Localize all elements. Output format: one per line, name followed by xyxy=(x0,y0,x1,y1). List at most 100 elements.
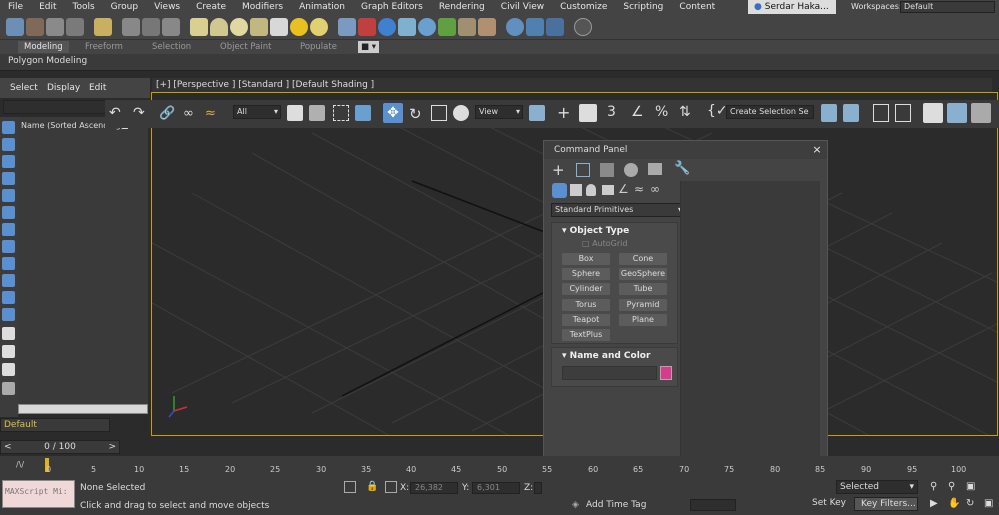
menu-modifiers[interactable]: Modifiers xyxy=(234,0,291,14)
material-editor-icon[interactable] xyxy=(46,17,64,36)
orbit-icon[interactable]: ↻ xyxy=(966,498,974,509)
tab-create-icon[interactable]: + xyxy=(552,161,565,179)
spinner-snap-icon[interactable]: ⇅ xyxy=(679,104,691,120)
layer-dropdown[interactable]: Default xyxy=(0,418,110,432)
invert-display-icon[interactable] xyxy=(2,363,15,376)
tab-populate[interactable]: Populate xyxy=(300,41,337,53)
timeline[interactable]: /\/ 0 5 10 15 20 25 30 35 40 45 50 55 60… xyxy=(0,456,999,476)
angle-snap-icon[interactable]: ∠ xyxy=(631,104,644,120)
maximize-viewport-icon[interactable]: ▣ xyxy=(984,498,993,509)
dome-icon[interactable] xyxy=(210,17,228,36)
mirror-icon[interactable] xyxy=(821,104,837,122)
helpers-icon[interactable]: ∠ xyxy=(618,182,629,196)
transform-mode-icon[interactable] xyxy=(385,481,397,493)
unlink-selection-icon[interactable]: ∞ xyxy=(183,106,194,121)
selection-filter-dropdown[interactable]: All ▾ xyxy=(233,105,281,119)
menu-create[interactable]: Create xyxy=(188,0,234,14)
geosphere-button[interactable]: GeoSphere xyxy=(619,268,667,280)
zoom-all-icon[interactable]: ⚲ xyxy=(948,481,955,492)
help-icon[interactable] xyxy=(574,17,592,36)
hair-icon[interactable] xyxy=(458,17,476,36)
menu-scripting[interactable]: Scripting xyxy=(615,0,671,14)
group-filter-icon[interactable] xyxy=(2,223,15,236)
tab-motion-icon[interactable] xyxy=(624,163,638,177)
command-panel-title[interactable]: Command Panel xyxy=(544,141,827,159)
z-coordinate-field[interactable] xyxy=(534,482,542,494)
create-selection-set-dropdown[interactable]: Create Selection Se xyxy=(726,105,814,119)
shape-filter-icon[interactable] xyxy=(2,138,15,151)
tab-modeling[interactable]: Modeling xyxy=(18,41,69,53)
torus-button[interactable]: Torus xyxy=(562,299,610,311)
space-warps-icon[interactable]: ≈ xyxy=(634,182,644,196)
object-color-swatch[interactable] xyxy=(660,366,672,380)
tab-hierarchy-icon[interactable] xyxy=(600,163,614,177)
name-and-color-header[interactable]: ▾ Name and Color xyxy=(552,348,677,364)
blue-sphere-icon[interactable] xyxy=(378,17,396,36)
lock-icon[interactable]: 🔒 xyxy=(366,481,378,492)
field-of-view-icon[interactable]: ▶ xyxy=(930,498,938,509)
polygon-modeling-label[interactable]: Polygon Modeling xyxy=(8,56,87,66)
select-by-name-icon[interactable] xyxy=(309,105,325,121)
key-filters-button[interactable]: Key Filters... xyxy=(854,497,918,511)
time-slider[interactable]: < 0 / 100 > xyxy=(0,440,120,454)
tab-freeform[interactable]: Freeform xyxy=(85,41,123,53)
globe-icon[interactable] xyxy=(418,17,436,36)
autogrid-checkbox[interactable]: □ AutoGrid xyxy=(582,239,627,248)
systems-icon[interactable]: ∞ xyxy=(650,182,660,196)
schematic-icon[interactable] xyxy=(66,17,84,36)
menu-tools[interactable]: Tools xyxy=(65,0,103,14)
camera-filter-icon[interactable] xyxy=(2,172,15,185)
tube-button[interactable]: Tube xyxy=(619,283,667,295)
isolate-selection-icon[interactable] xyxy=(344,481,356,493)
scene-horizontal-scrollbar[interactable] xyxy=(18,404,148,414)
teapot-primitive-icon[interactable] xyxy=(250,17,268,36)
pan-hand-icon[interactable]: ✋ xyxy=(948,498,960,509)
percent-snap-icon[interactable]: % xyxy=(655,104,668,120)
select-link-icon[interactable]: 🔗 xyxy=(159,106,175,121)
close-icon[interactable]: × xyxy=(810,143,824,157)
menu-edit[interactable]: Edit xyxy=(31,0,64,14)
zoom-icon[interactable]: ⚲ xyxy=(930,481,937,492)
add-time-tag[interactable]: Add Time Tag xyxy=(586,500,646,510)
sphere-icon[interactable] xyxy=(230,17,248,36)
teapot-button[interactable]: Teapot xyxy=(562,314,610,326)
chevron-right-icon[interactable]: > xyxy=(108,441,116,453)
rectangular-selection-icon[interactable] xyxy=(333,105,349,121)
xref-filter-icon[interactable] xyxy=(2,240,15,253)
sun-icon[interactable] xyxy=(290,17,308,36)
align-icon[interactable] xyxy=(843,104,859,122)
scene-menu-edit[interactable]: Edit xyxy=(89,83,106,93)
menu-file[interactable]: File xyxy=(0,0,31,14)
particle-icon[interactable] xyxy=(358,17,376,36)
tab-display-icon[interactable] xyxy=(648,163,662,175)
mesh-icon[interactable] xyxy=(398,17,416,36)
x-coordinate-field[interactable]: 26,382 xyxy=(410,482,458,494)
plane-button[interactable]: Plane xyxy=(619,314,667,326)
plant-icon[interactable] xyxy=(438,17,456,36)
toggle-ribbon-icon[interactable] xyxy=(895,104,911,122)
teapot-icon[interactable] xyxy=(6,17,24,36)
object-name-input[interactable] xyxy=(562,366,657,380)
named-selection-icon[interactable]: {✓ xyxy=(707,103,728,119)
textplus-button[interactable]: TextPlus xyxy=(562,329,610,341)
hidden-filter-icon[interactable] xyxy=(2,308,15,321)
menu-civil-view[interactable]: Civil View xyxy=(493,0,552,14)
scene-menu-display[interactable]: Display xyxy=(47,83,80,93)
keyboard-shortcut-icon[interactable] xyxy=(579,104,597,122)
ribbon-options-button[interactable]: ■ ▾ xyxy=(358,41,379,53)
redo-icon[interactable]: ↷ xyxy=(133,105,145,121)
zoom-extents-icon[interactable]: ▣ xyxy=(966,481,975,492)
time-config-spinner[interactable] xyxy=(690,499,736,511)
disc-icon[interactable] xyxy=(310,17,328,36)
render-icon[interactable] xyxy=(526,17,544,36)
bind-icon[interactable] xyxy=(162,17,180,36)
viewport-label-menu[interactable]: [+] [Perspective ] [Standard ] [Default … xyxy=(152,78,992,92)
reference-coordinate-dropdown[interactable]: View ▾ xyxy=(475,105,523,119)
select-scale-icon[interactable] xyxy=(431,105,447,121)
user-account-dropdown[interactable]: ● Serdar Haka... ▾ xyxy=(748,0,836,26)
curve-toggle-icon[interactable]: /\/ xyxy=(16,460,24,469)
chevron-left-icon[interactable]: < xyxy=(4,441,12,453)
select-manipulate-icon[interactable]: + xyxy=(557,103,570,122)
undo-icon[interactable]: ↶ xyxy=(109,105,121,121)
set-key-button[interactable]: Set Key xyxy=(812,498,852,510)
